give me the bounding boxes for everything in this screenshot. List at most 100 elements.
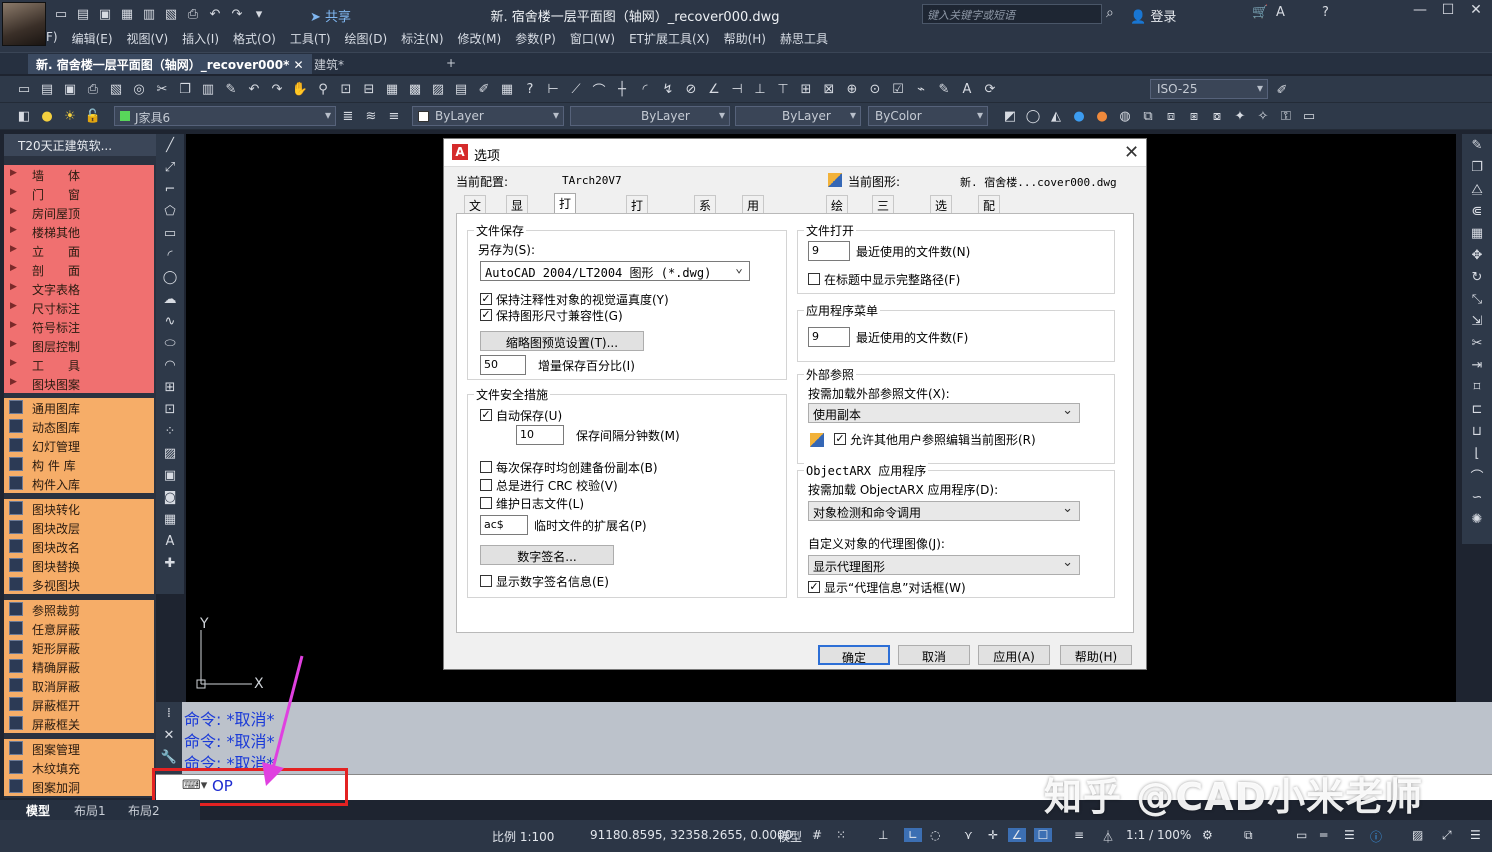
- avatar[interactable]: [2, 2, 46, 46]
- preview-icon[interactable]: ▧: [106, 79, 126, 99]
- proxy-image-select[interactable]: 显示代理图形: [808, 555, 1080, 575]
- lineweight-select[interactable]: ByLayer: [735, 106, 861, 126]
- trim-icon[interactable]: ✂: [1462, 332, 1492, 354]
- match-prop-icon[interactable]: ✎: [221, 79, 241, 99]
- close-command-icon[interactable]: ✕: [156, 724, 182, 746]
- zoom-realtime-icon[interactable]: ⚲: [313, 79, 333, 99]
- redo-icon[interactable]: ↷: [267, 79, 287, 99]
- dim-break-icon[interactable]: ⊠: [819, 79, 839, 99]
- print-icon[interactable]: ⎙: [184, 5, 202, 23]
- isolate-icon[interactable]: ⧉: [1244, 828, 1253, 843]
- join-icon[interactable]: ⊔: [1462, 420, 1492, 442]
- markup-icon[interactable]: ✐: [474, 79, 494, 99]
- tianzheng-tool-2-icon[interactable]: ⧈: [1161, 106, 1181, 126]
- palette-item[interactable]: 构件入库: [4, 474, 154, 493]
- menu-insert[interactable]: 插入(I): [182, 30, 219, 48]
- dim-continue-icon[interactable]: ⊤: [773, 79, 793, 99]
- fullscreen-icon[interactable]: ⤢: [1442, 828, 1452, 843]
- line-icon[interactable]: ╱: [156, 134, 184, 156]
- sheet-set-icon[interactable]: ▤: [451, 79, 471, 99]
- break-icon[interactable]: ⊏: [1462, 398, 1492, 420]
- calculator-icon[interactable]: ▦: [497, 79, 517, 99]
- chamfer-icon[interactable]: ⌊: [1462, 442, 1492, 464]
- array-icon[interactable]: ▦: [1462, 222, 1492, 244]
- palette-item[interactable]: 图块转化: [4, 499, 154, 518]
- ellipse-icon[interactable]: ⬭: [156, 332, 184, 354]
- tianzheng-tool-8-icon[interactable]: ▭: [1299, 106, 1319, 126]
- palette-item[interactable]: 取消屏蔽: [4, 676, 154, 695]
- construction-line-icon[interactable]: ⤢: [156, 156, 184, 178]
- keep-size-checkbox[interactable]: ✓: [480, 309, 492, 321]
- save-as-icon[interactable]: ▦: [118, 5, 136, 23]
- save-web-icon[interactable]: ▥: [140, 5, 158, 23]
- digital-signature-button[interactable]: 数字签名...: [480, 545, 614, 565]
- tab-plot-publish[interactable]: 打印和发布: [626, 195, 649, 281]
- palette-item[interactable]: 屏蔽框关: [4, 714, 154, 733]
- clean-screen-icon[interactable]: ═: [1320, 828, 1327, 842]
- gradient-icon[interactable]: ▣: [156, 464, 184, 486]
- full-path-checkbox[interactable]: [808, 273, 820, 285]
- backup-checkbox[interactable]: [480, 461, 492, 473]
- palette-item[interactable]: ▶ 门 窗: [4, 184, 154, 203]
- temp-extension-input[interactable]: ac$: [480, 515, 528, 535]
- tianzheng-tool-5-icon[interactable]: ✦: [1230, 106, 1250, 126]
- add-selected-icon[interactable]: ✚: [156, 552, 184, 574]
- close-icon[interactable]: ✕: [1468, 2, 1484, 18]
- palette-item[interactable]: ▶ 剖 面: [4, 260, 154, 279]
- person-icon[interactable]: A: [1276, 5, 1285, 20]
- tab-drafting[interactable]: 绘图: [826, 195, 849, 230]
- menu-tools[interactable]: 工具(T): [290, 30, 331, 48]
- dim-linear-icon[interactable]: ⊢: [543, 79, 563, 99]
- palette-item[interactable]: 幻灯管理: [4, 436, 154, 455]
- print-icon[interactable]: ⎙: [83, 79, 103, 99]
- menu-hesi[interactable]: 赫思工具: [780, 30, 828, 48]
- make-block-icon[interactable]: ⊡: [156, 398, 184, 420]
- publish-icon[interactable]: ◎: [129, 79, 149, 99]
- customize-wrench-icon[interactable]: 🔧: [156, 746, 182, 768]
- model-space-button[interactable]: 模型: [778, 828, 802, 845]
- palette-item[interactable]: 通用图库: [4, 398, 154, 417]
- dim-angular-icon[interactable]: ∠: [704, 79, 724, 99]
- palette-item[interactable]: 图案加洞: [4, 777, 154, 796]
- palette-item[interactable]: 构 件 库: [4, 455, 154, 474]
- image-icon[interactable]: ▨: [1412, 828, 1423, 842]
- redo-icon[interactable]: ↷: [228, 5, 246, 23]
- thumbnail-settings-button[interactable]: 缩略图预览设置(T)...: [480, 331, 644, 351]
- jogged-linear-icon[interactable]: ⌁: [911, 79, 931, 99]
- arc-icon[interactable]: ◜: [156, 244, 184, 266]
- tianzheng-tool-3-icon[interactable]: ⧆: [1184, 106, 1204, 126]
- menu-window[interactable]: 窗口(W): [570, 30, 615, 48]
- plot-preview-icon[interactable]: ▧: [162, 5, 180, 23]
- tab-layout2[interactable]: 布局2: [128, 802, 160, 819]
- menu-draw[interactable]: 绘图(D): [345, 30, 388, 48]
- palette-item[interactable]: 任意屏蔽: [4, 619, 154, 638]
- blend-icon[interactable]: ∽: [1462, 486, 1492, 508]
- tab-close-icon[interactable]: ✕: [294, 58, 304, 72]
- palette-item[interactable]: 图块替换: [4, 556, 154, 575]
- minimize-icon[interactable]: —: [1412, 2, 1428, 18]
- snap-icon[interactable]: ⁙: [836, 828, 846, 842]
- ortho-icon[interactable]: ∟: [904, 828, 922, 842]
- scale-readout[interactable]: 比例 1:100: [492, 828, 554, 845]
- crc-checkbox[interactable]: [480, 479, 492, 491]
- dim-update-icon[interactable]: ⟳: [980, 79, 1000, 99]
- move-icon[interactable]: ✥: [1462, 244, 1492, 266]
- help-icon[interactable]: ?: [520, 79, 540, 99]
- isodraft-icon[interactable]: ⋎: [964, 828, 973, 842]
- menu-dimension[interactable]: 标注(N): [401, 30, 443, 48]
- table-icon[interactable]: ▦: [156, 508, 184, 530]
- cart-icon[interactable]: 🛒: [1252, 5, 1268, 20]
- region-icon[interactable]: ◙: [156, 486, 184, 508]
- palette-item[interactable]: ▶ 墙 体: [4, 165, 154, 184]
- maximize-icon[interactable]: ☐: [1440, 2, 1456, 18]
- sun-icon[interactable]: ☀: [60, 106, 80, 126]
- open-folder-icon[interactable]: ▤: [74, 5, 92, 23]
- arx-demand-select[interactable]: 对象检测和命令调用: [808, 501, 1080, 521]
- palette-item[interactable]: ▶ 楼梯其他: [4, 222, 154, 241]
- dim-aligned-icon[interactable]: ⟋: [566, 79, 586, 99]
- mtext-icon[interactable]: A: [156, 530, 184, 552]
- circle-icon[interactable]: ◯: [156, 266, 184, 288]
- quick-dim-icon[interactable]: ⊣: [727, 79, 747, 99]
- properties-icon[interactable]: ▦: [382, 79, 402, 99]
- linetype-select[interactable]: ByLayer: [570, 106, 730, 126]
